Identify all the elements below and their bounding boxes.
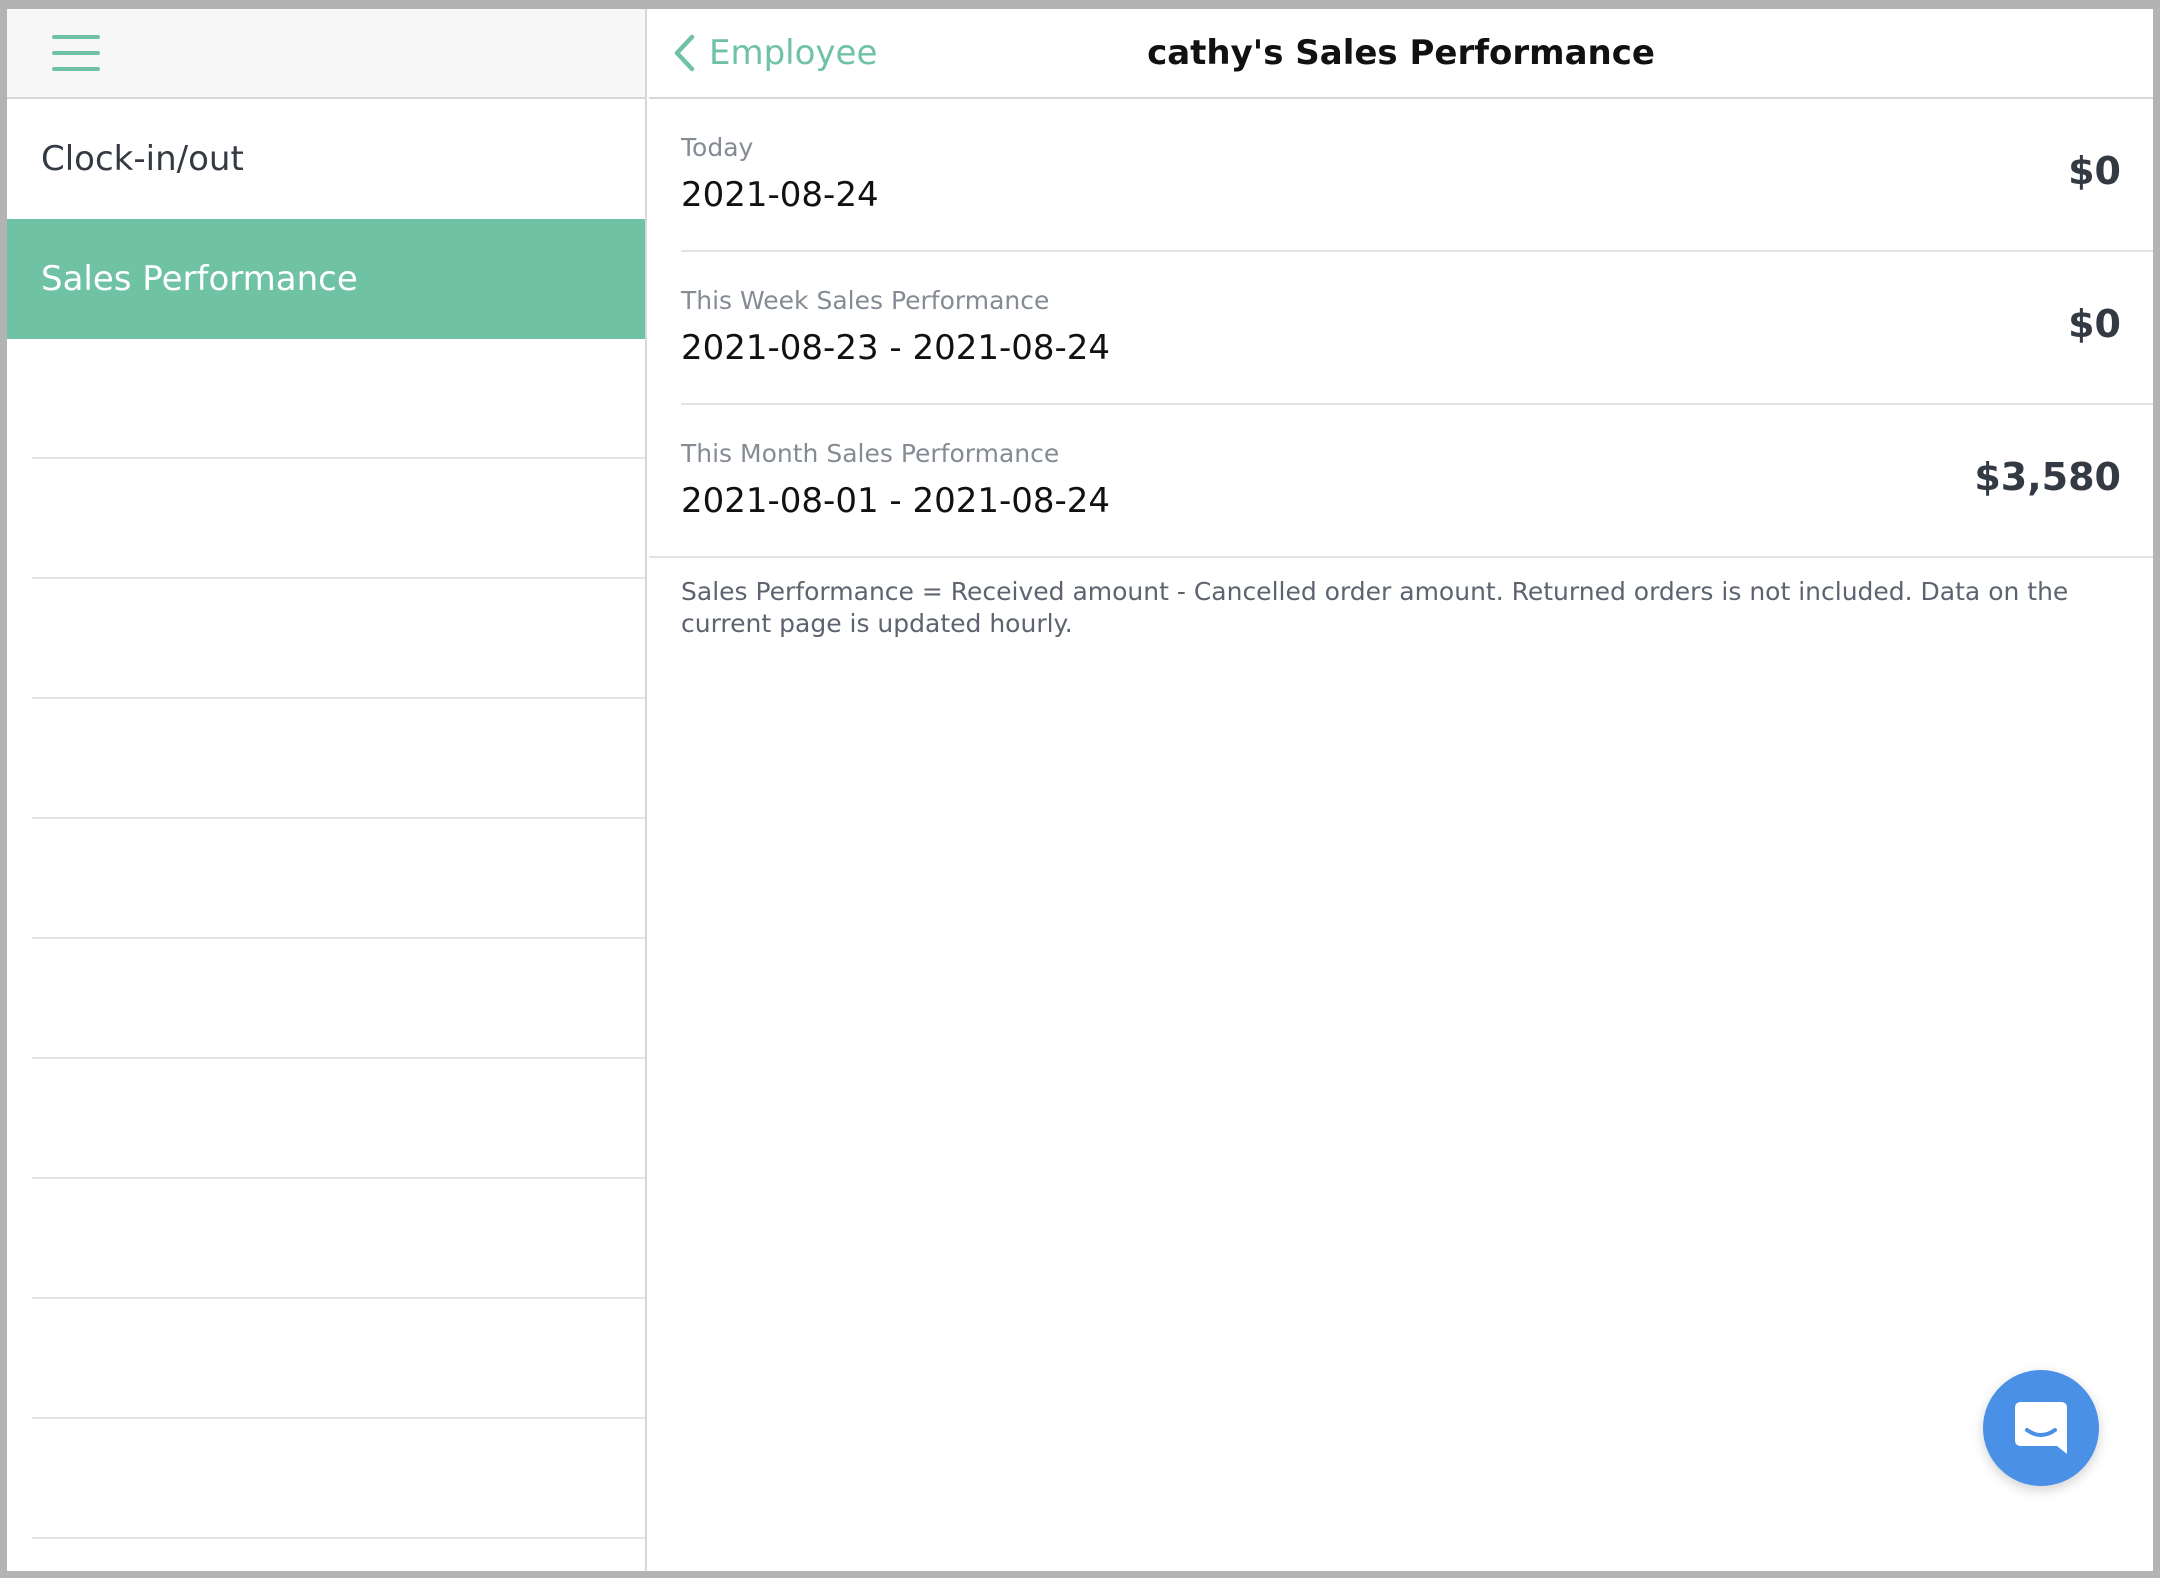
performance-row-week: This Week Sales Performance 2021-08-23 -… [681, 252, 2153, 405]
empty-sidebar-row [32, 699, 645, 819]
performance-date-range: 2021-08-01 - 2021-08-24 [681, 481, 1111, 521]
performance-date-range: 2021-08-24 [681, 175, 879, 215]
performance-amount: $3,580 [1974, 455, 2121, 499]
empty-sidebar-row [32, 939, 645, 1059]
empty-sidebar-row [32, 339, 645, 459]
sidebar-header [7, 9, 645, 99]
chevron-left-icon [674, 34, 695, 72]
sidebar: Clock-in/out Sales Performance [7, 9, 647, 1571]
empty-sidebar-row [32, 579, 645, 699]
empty-sidebar-row [32, 1059, 645, 1179]
empty-sidebar-row [32, 819, 645, 939]
main-panel: Employee cathy's Sales Performance Today… [649, 9, 2153, 1571]
sidebar-item-label: Clock-in/out [41, 139, 244, 179]
performance-row-month: This Month Sales Performance 2021-08-01 … [649, 405, 2153, 558]
sidebar-item-label: Sales Performance [41, 259, 358, 299]
performance-amount: $0 [2068, 302, 2121, 346]
performance-date-range: 2021-08-23 - 2021-08-24 [681, 328, 1111, 368]
hamburger-icon[interactable] [52, 35, 100, 71]
back-button[interactable]: Employee [673, 9, 877, 97]
performance-row-today: Today 2021-08-24 $0 [681, 99, 2153, 252]
performance-label: Today [681, 133, 754, 162]
empty-sidebar-row [32, 1179, 645, 1299]
sidebar-item-sales-performance[interactable]: Sales Performance [7, 219, 645, 339]
performance-amount: $0 [2068, 149, 2121, 193]
performance-note: Sales Performance = Received amount - Ca… [681, 577, 2069, 638]
chat-bubble-icon [2015, 1402, 2067, 1454]
navigation-bar: Employee cathy's Sales Performance [649, 9, 2153, 99]
chat-button[interactable] [1983, 1370, 2099, 1486]
performance-label: This Month Sales Performance [681, 439, 1060, 468]
back-button-label: Employee [709, 33, 878, 73]
empty-sidebar-row [32, 1299, 645, 1419]
empty-sidebar-row [32, 459, 645, 579]
performance-label: This Week Sales Performance [681, 286, 1050, 315]
sidebar-item-clock-in-out[interactable]: Clock-in/out [7, 99, 645, 219]
app-window: Clock-in/out Sales Performance Employee … [7, 9, 2153, 1571]
empty-sidebar-row [32, 1419, 645, 1539]
